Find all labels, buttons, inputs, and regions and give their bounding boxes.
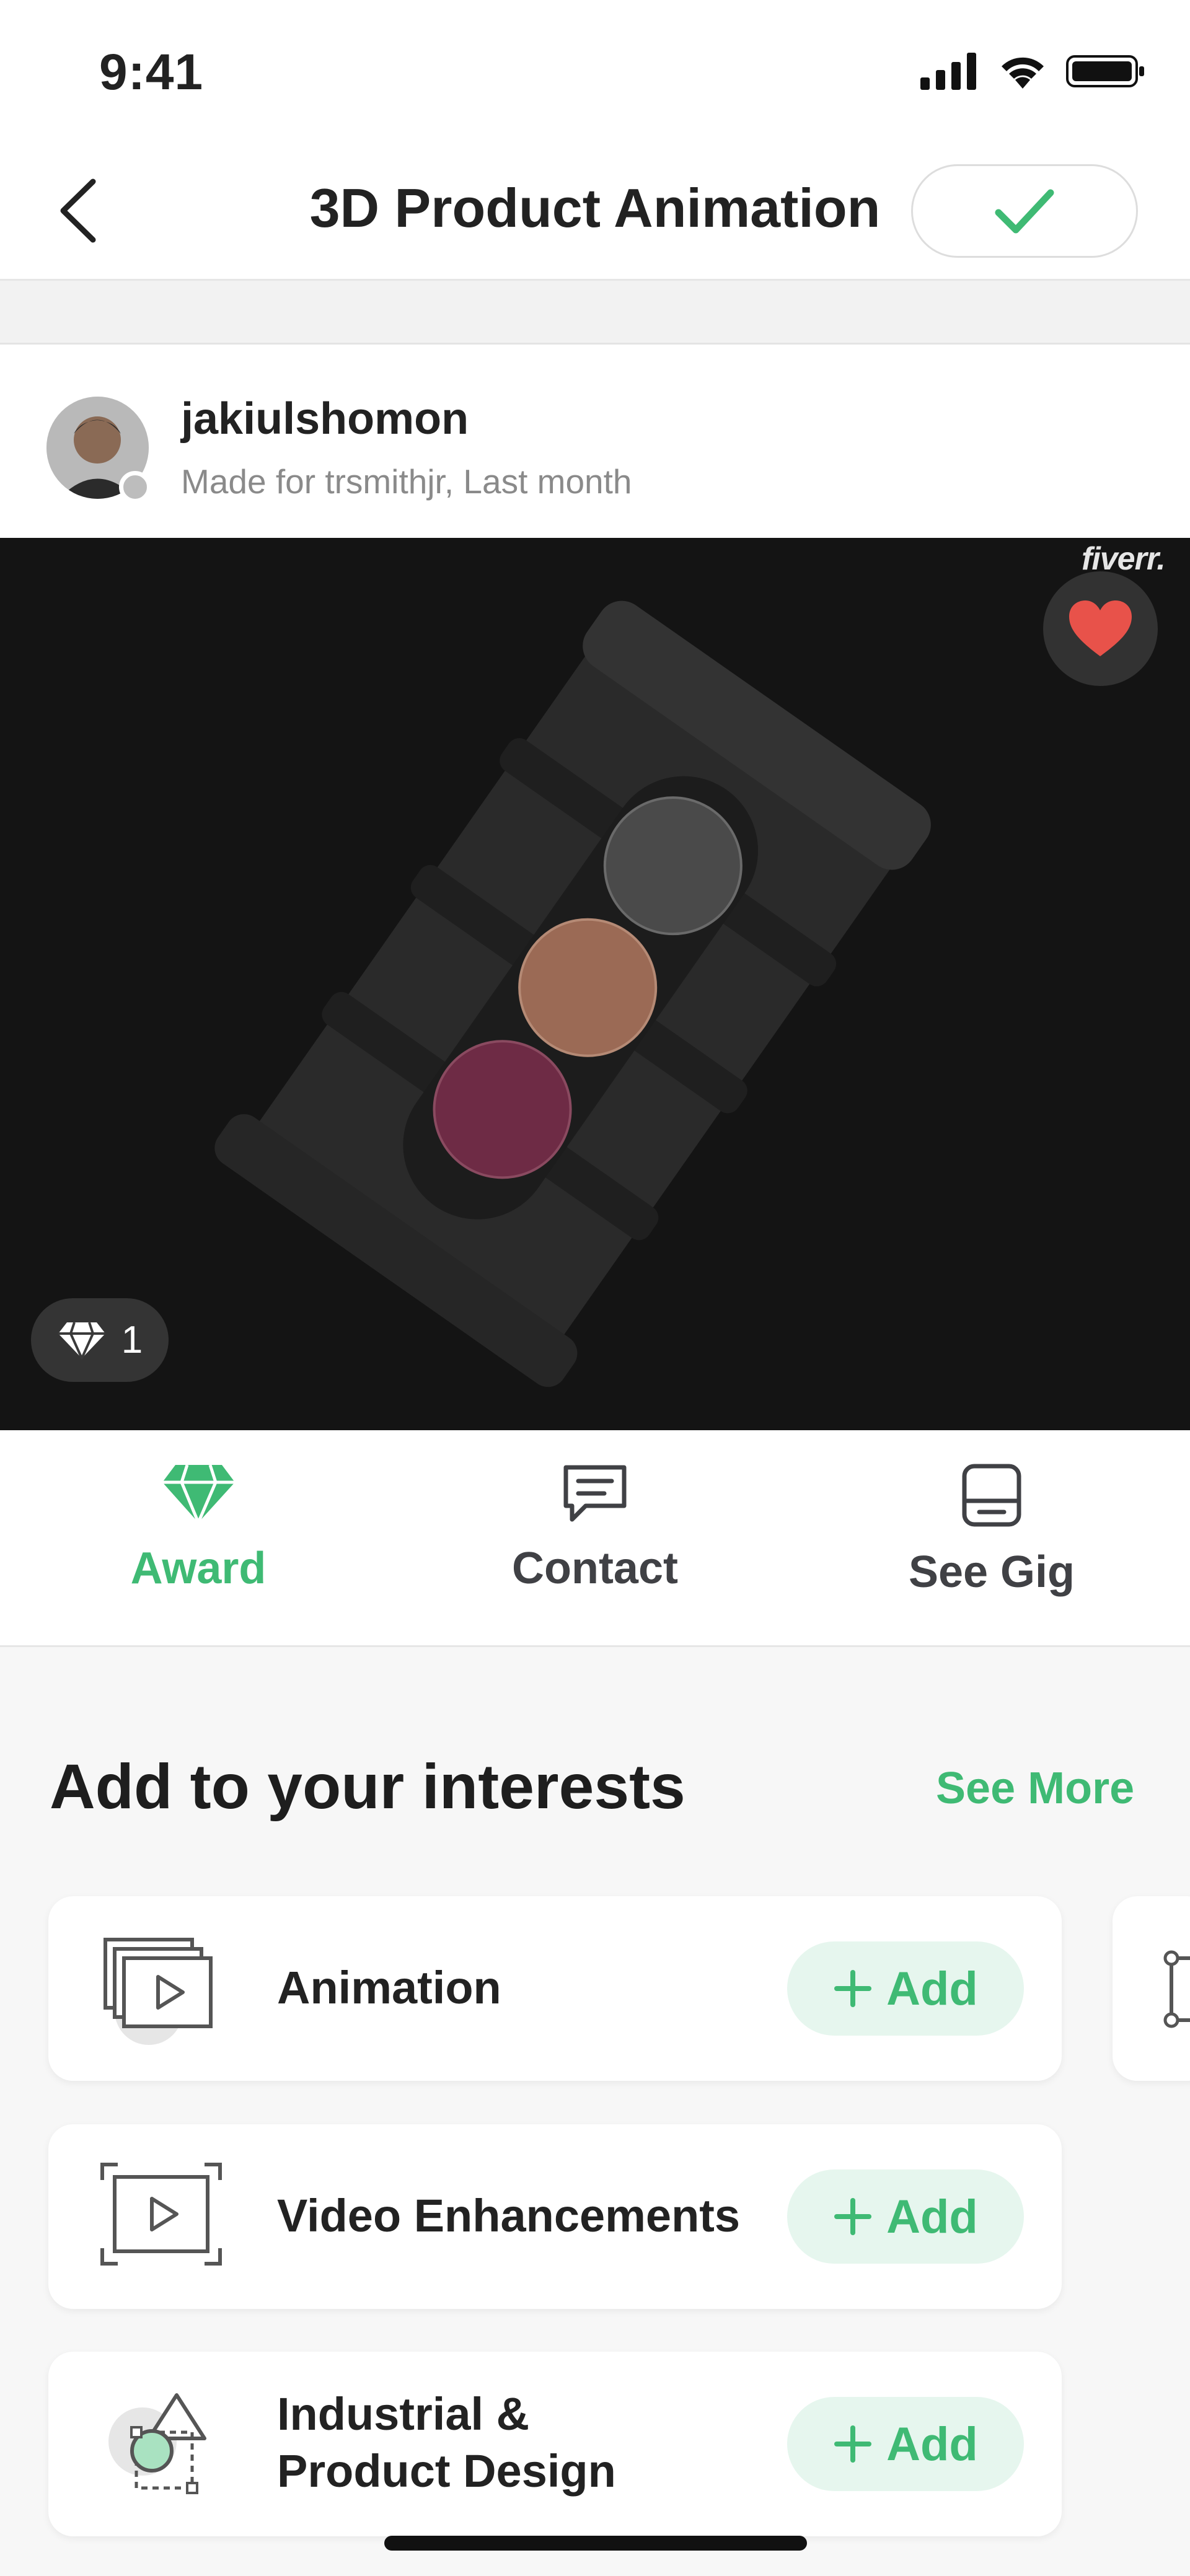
plus-icon [834, 1970, 872, 2007]
add-animation-button[interactable]: Add [787, 1941, 1024, 2036]
product-media[interactable] [0, 538, 1190, 1430]
chat-icon [563, 1465, 627, 1522]
status-time: 9:41 [99, 44, 204, 100]
diamond-icon [162, 1464, 235, 1524]
checkmark-icon [995, 189, 1054, 233]
author-subtitle: Made for trsmithjr, Last month [181, 462, 632, 501]
see-gig-label: See Gig [908, 1547, 1075, 1597]
home-indicator [384, 2536, 807, 2551]
divider-strip [0, 281, 1190, 345]
award-label: Award [130, 1544, 267, 1593]
author-row[interactable] [0, 345, 1190, 538]
author-name[interactable]: jakiulshomon [181, 393, 469, 444]
interest-label: Industrial & Product Design [277, 2386, 616, 2500]
plus-icon [834, 2198, 872, 2235]
presence-dot [119, 471, 151, 503]
product-design-icon [99, 2383, 223, 2507]
contact-label: Contact [512, 1544, 678, 1593]
interest-label: Video Enhancements [277, 2190, 741, 2241]
interest-label-line1: Industrial & [277, 2388, 530, 2440]
done-button[interactable] [911, 164, 1138, 258]
award-button[interactable]: Award [43, 1462, 353, 1624]
add-label: Add [886, 2190, 978, 2243]
favorite-button[interactable] [1043, 571, 1158, 686]
next-interest-icon [1163, 1950, 1190, 2028]
signal-icon [920, 53, 976, 90]
plus-icon [834, 2425, 872, 2463]
add-label: Add [886, 2417, 978, 2471]
gig-icon [962, 1464, 1021, 1527]
see-gig-button[interactable]: See Gig [837, 1462, 1147, 1624]
award-count: 1 [121, 1319, 143, 1361]
animation-icon [99, 1927, 223, 2051]
contact-button[interactable]: Contact [440, 1462, 750, 1624]
battery-icon [1066, 55, 1144, 87]
add-label: Add [886, 1962, 978, 2015]
interest-card-peek[interactable] [1113, 1896, 1190, 2081]
diamond-icon [58, 1321, 105, 1360]
status-icons [920, 53, 1147, 90]
award-count-badge: 1 [31, 1298, 169, 1382]
product-render [214, 600, 931, 1387]
heart-icon [1069, 600, 1132, 656]
video-enhancement-icon [99, 2155, 223, 2279]
wifi-icon [1002, 57, 1044, 89]
interest-label-line2: Product Design [277, 2445, 616, 2497]
add-video-enhancements-button[interactable]: Add [787, 2169, 1024, 2264]
see-more-link[interactable]: See More [936, 1763, 1134, 1814]
add-industrial-product-design-button[interactable]: Add [787, 2397, 1024, 2491]
interest-label: Animation [277, 1962, 501, 2013]
interests-title: Add to your interests [50, 1751, 685, 1822]
